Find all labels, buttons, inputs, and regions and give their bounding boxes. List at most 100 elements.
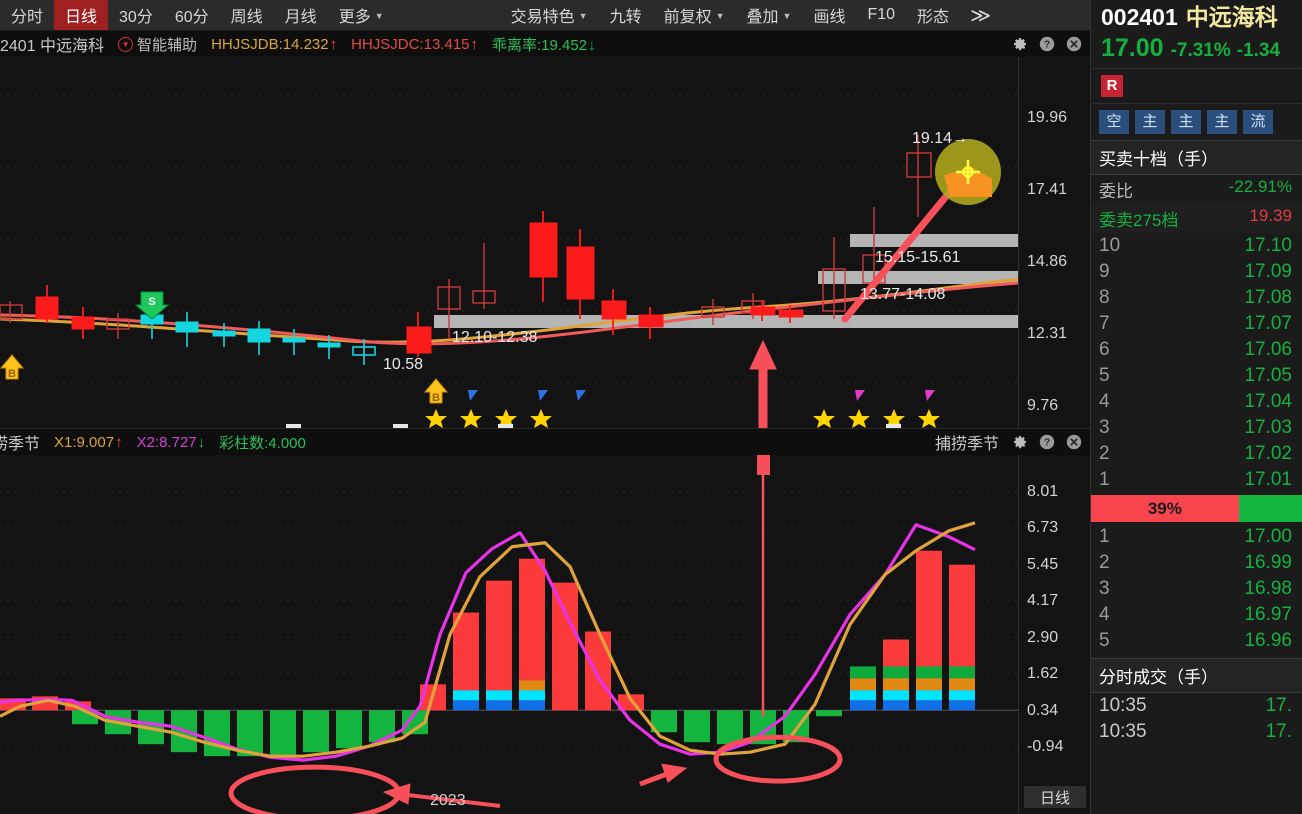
tab-fenshi[interactable]: 分时 <box>0 0 54 30</box>
menu-label: 九转 <box>609 9 642 26</box>
y-tick: 19.96 <box>1027 109 1068 126</box>
ask-price: 17.10 <box>1244 235 1292 256</box>
y-tick: 14.86 <box>1027 253 1068 270</box>
menu-drawline[interactable]: 画线 <box>802 0 856 30</box>
ask-price: 17.08 <box>1244 287 1292 308</box>
tab-30min[interactable]: 30分 <box>108 0 164 30</box>
ask-row[interactable]: 8 17.08 <box>1091 285 1302 311</box>
help-icon[interactable]: ? <box>1038 36 1055 53</box>
ratio-buy-portion: 39% <box>1091 495 1239 522</box>
ask-row[interactable]: 4 17.04 <box>1091 389 1302 415</box>
chevron-down-icon: ▼ <box>782 11 792 21</box>
annotation-1515-1561: 15.15-15.61 <box>875 249 961 266</box>
ask-price: 17.09 <box>1244 261 1292 282</box>
main-pane-title: 2401 中远海科 <box>0 38 105 55</box>
sub-pane-controls: 捕捞季节 ? <box>935 429 1082 455</box>
weimai-label: 委卖275档 <box>1099 211 1179 230</box>
weimai-row: 委卖275档 19.39 <box>1091 204 1302 233</box>
bid-row[interactable]: 2 16.99 <box>1091 550 1302 576</box>
tag-zhu-2[interactable]: 主 <box>1171 110 1201 134</box>
stock-name: 中远海科 <box>1185 4 1278 30</box>
tag-liu[interactable]: 流 <box>1243 110 1273 134</box>
main-kline-pane: 2401 中远海科 ▼ 智能辅助 HHJSJDB:14.232 HHJSJDC:… <box>0 31 1090 428</box>
buy-sell-ratio-bar: 39% <box>1091 495 1302 522</box>
ask-level: 8 <box>1099 287 1110 308</box>
ask-row[interactable]: 1 17.01 <box>1091 467 1302 493</box>
ask-level: 5 <box>1099 365 1110 386</box>
x-axis-year-label: 2023 <box>430 792 466 809</box>
menu-adjust-forward[interactable]: 前复权 ▼ <box>653 0 736 30</box>
gear-icon[interactable] <box>1011 434 1028 451</box>
bid-level: 1 <box>1099 526 1110 547</box>
change-percent: -7.31% <box>1170 40 1231 61</box>
ask-row[interactable]: 7 17.07 <box>1091 311 1302 337</box>
annotation-1058: 10.58 <box>383 356 424 373</box>
tab-label: 周线 <box>230 9 263 26</box>
bid-row[interactable]: 1 17.00 <box>1091 524 1302 550</box>
trade-row[interactable]: 10:35 17. <box>1091 719 1302 745</box>
ask-level: 1 <box>1099 469 1110 490</box>
annotation-1210-1238: 12.10-12.38 <box>452 329 538 346</box>
ask-price: 17.05 <box>1244 365 1292 386</box>
main-pane-controls: ? <box>1011 31 1082 57</box>
toolbar-overflow-icon[interactable]: ≫ <box>960 0 1001 30</box>
menu-overlay[interactable]: 叠加 ▼ <box>736 0 803 30</box>
ask-row[interactable]: 3 17.03 <box>1091 415 1302 441</box>
ask-price: 17.03 <box>1244 417 1292 438</box>
ask-level: 6 <box>1099 339 1110 360</box>
bid-row[interactable]: 5 16.96 <box>1091 628 1302 654</box>
help-icon[interactable]: ? <box>1038 434 1055 451</box>
ask-price: 17.04 <box>1244 391 1292 412</box>
menu-label: 交易特色 <box>510 9 575 26</box>
tag-kong[interactable]: 空 <box>1099 110 1129 134</box>
menu-pattern[interactable]: 形态 <box>906 0 960 30</box>
risk-flag-row: R <box>1091 68 1302 104</box>
menu-jiuzhuan[interactable]: 九转 <box>599 0 653 30</box>
ask-row[interactable]: 2 17.02 <box>1091 441 1302 467</box>
trade-row[interactable]: 10:35 17. <box>1091 693 1302 719</box>
close-icon[interactable] <box>1065 36 1082 53</box>
period-tag[interactable]: 日线 <box>1024 786 1086 808</box>
tag-zhu-3[interactable]: 主 <box>1207 110 1237 134</box>
tab-more[interactable]: 更多 ▼ <box>328 0 395 30</box>
stock-title-row: 002401 中远海科 <box>1101 2 1302 32</box>
stock-header: 002401 中远海科 17.00 -7.31% -1.34 <box>1091 0 1302 68</box>
y-tick: 6.73 <box>1027 519 1059 536</box>
ask-row[interactable]: 10 17.10 <box>1091 233 1302 259</box>
sell-marker: S <box>134 291 170 320</box>
tab-daily[interactable]: 日线 <box>54 0 109 30</box>
close-icon[interactable] <box>1065 434 1082 451</box>
tag-zhu-1[interactable]: 主 <box>1135 110 1165 134</box>
tab-weekly[interactable]: 周线 <box>220 0 274 30</box>
ask-price: 17.02 <box>1244 443 1292 464</box>
svg-text:B: B <box>432 392 440 404</box>
bid-level: 5 <box>1099 630 1110 651</box>
stock-code: 002401 <box>1101 4 1178 30</box>
main-plot[interactable]: S B B 19.14→ 15.15-15.61 13.77-14.08 12.… <box>0 57 1018 428</box>
status-badge: R <box>1101 75 1123 97</box>
ask-row[interactable]: 5 17.05 <box>1091 363 1302 389</box>
tab-60min[interactable]: 60分 <box>164 0 220 30</box>
bid-row[interactable]: 4 16.97 <box>1091 602 1302 628</box>
sub-plot[interactable]: 2023 <box>0 455 1018 814</box>
indicator-bar-count: 彩柱数:4.000 <box>219 434 306 452</box>
ask-row[interactable]: 6 17.06 <box>1091 337 1302 363</box>
trading-app-window: 分时 日线 30分 60分 周线 月线 更多 ▼ 交易特色 ▼ 九转 前复权 ▼ 叠加… <box>0 0 1302 814</box>
y-tick: 4.17 <box>1027 592 1059 609</box>
chevron-down-icon: ▼ <box>578 11 588 21</box>
cursor-highlight <box>935 139 1001 205</box>
tab-monthly[interactable]: 月线 <box>274 0 328 30</box>
indicator-hhjsjdc: HHJSJDC:13.415 <box>351 36 478 53</box>
gear-icon[interactable] <box>1011 36 1028 53</box>
menu-f10[interactable]: F10 <box>856 0 906 30</box>
chevron-down-icon: ▼ <box>374 11 384 21</box>
assist-toggle-icon[interactable]: ▼ <box>118 36 134 52</box>
bar-color-bands <box>453 666 975 711</box>
menu-trade-features[interactable]: 交易特色 ▼ <box>500 0 599 30</box>
bid-price: 16.97 <box>1244 604 1292 625</box>
ask-level: 10 <box>1099 235 1121 256</box>
bid-row[interactable]: 3 16.98 <box>1091 576 1302 602</box>
ask-row[interactable]: 9 17.09 <box>1091 259 1302 285</box>
bid-price: 17.00 <box>1244 526 1292 547</box>
sub-pane-title-right: 捕捞季节 <box>934 436 999 453</box>
